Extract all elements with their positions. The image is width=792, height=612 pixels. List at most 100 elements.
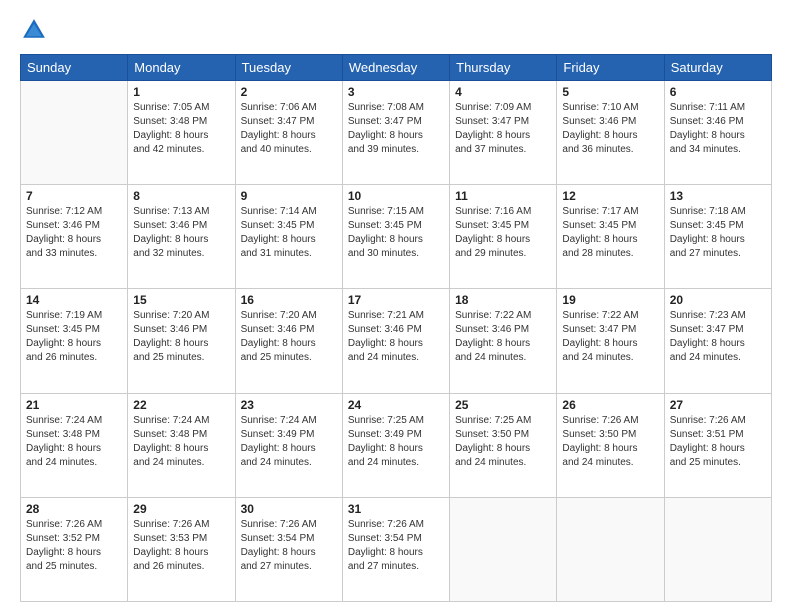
calendar-cell: 1 Sunrise: 7:05 AM Sunset: 3:48 PM Daylig… (128, 81, 235, 185)
cell-content: Sunrise: 7:06 AM Sunset: 3:47 PM Dayligh… (241, 101, 337, 157)
calendar-cell: 6 Sunrise: 7:11 AM Sunset: 3:46 PM Daylig… (664, 81, 771, 185)
cell-content: Sunrise: 7:18 AM Sunset: 3:45 PM Dayligh… (670, 205, 766, 261)
calendar-cell: 18 Sunrise: 7:22 AM Sunset: 3:46 PM Dayli… (450, 289, 557, 393)
day-number: 14 (26, 293, 122, 307)
calendar-cell: 4Sunrise: 7:09 AM Sunset: 3:47 PM Daylig… (450, 81, 557, 185)
calendar-cell: 21Sunrise: 7:24 AM Sunset: 3:48 PM Dayli… (21, 393, 128, 497)
day-number: 20 (670, 293, 766, 307)
calendar-cell: 16 Sunrise: 7:20 AM Sunset: 3:46 PM Dayli… (235, 289, 342, 393)
calendar-table: SundayMondayTuesdayWednesdayThursdayFrid… (20, 54, 772, 602)
day-number: 17 (348, 293, 444, 307)
day-number: 16 (241, 293, 337, 307)
calendar-cell: 31Sunrise: 7:26 AM Sunset: 3:54 PM Dayli… (342, 497, 449, 601)
calendar-cell: 12Sunrise: 7:17 AM Sunset: 3:45 PM Dayli… (557, 185, 664, 289)
cell-content: Sunrise: 7:17 AM Sunset: 3:45 PM Dayligh… (562, 205, 658, 261)
cell-content: Sunrise: 7:24 AM Sunset: 3:49 PM Dayligh… (241, 414, 337, 470)
calendar-cell: 30 Sunrise: 7:26 AM Sunset: 3:54 PM Dayli… (235, 497, 342, 601)
col-header-wednesday: Wednesday (342, 55, 449, 81)
day-number: 1 (133, 85, 229, 99)
day-number: 19 (562, 293, 658, 307)
cell-content: Sunrise: 7:22 AM Sunset: 3:47 PM Dayligh… (562, 309, 658, 365)
day-number: 22 (133, 398, 229, 412)
day-number: 9 (241, 189, 337, 203)
day-number: 7 (26, 189, 122, 203)
cell-content: Sunrise: 7:23 AM Sunset: 3:47 PM Dayligh… (670, 309, 766, 365)
day-number: 2 (241, 85, 337, 99)
calendar-cell (21, 81, 128, 185)
day-number: 6 (670, 85, 766, 99)
logo (20, 16, 52, 44)
calendar-cell: 5Sunrise: 7:10 AM Sunset: 3:46 PM Daylig… (557, 81, 664, 185)
cell-content: Sunrise: 7:20 AM Sunset: 3:46 PM Dayligh… (241, 309, 337, 365)
calendar-cell: 10 Sunrise: 7:15 AM Sunset: 3:45 PM Dayli… (342, 185, 449, 289)
calendar-cell: 19 Sunrise: 7:22 AM Sunset: 3:47 PM Dayli… (557, 289, 664, 393)
calendar-cell: 23 Sunrise: 7:24 AM Sunset: 3:49 PM Dayli… (235, 393, 342, 497)
calendar-cell: 15 Sunrise: 7:20 AM Sunset: 3:46 PM Dayli… (128, 289, 235, 393)
col-header-friday: Friday (557, 55, 664, 81)
calendar-cell: 22Sunrise: 7:24 AM Sunset: 3:48 PM Dayli… (128, 393, 235, 497)
calendar-cell: 26 Sunrise: 7:26 AM Sunset: 3:50 PM Dayli… (557, 393, 664, 497)
cell-content: Sunrise: 7:26 AM Sunset: 3:52 PM Dayligh… (26, 518, 122, 574)
col-header-monday: Monday (128, 55, 235, 81)
day-number: 15 (133, 293, 229, 307)
cell-content: Sunrise: 7:13 AM Sunset: 3:46 PM Dayligh… (133, 205, 229, 261)
day-number: 11 (455, 189, 551, 203)
calendar-cell: 28 Sunrise: 7:26 AM Sunset: 3:52 PM Dayli… (21, 497, 128, 601)
calendar-cell: 17Sunrise: 7:21 AM Sunset: 3:46 PM Dayli… (342, 289, 449, 393)
day-number: 26 (562, 398, 658, 412)
week-row-4: 21Sunrise: 7:24 AM Sunset: 3:48 PM Dayli… (21, 393, 772, 497)
day-number: 24 (348, 398, 444, 412)
calendar-cell: 11 Sunrise: 7:16 AM Sunset: 3:45 PM Dayli… (450, 185, 557, 289)
cell-content: Sunrise: 7:26 AM Sunset: 3:50 PM Dayligh… (562, 414, 658, 470)
cell-content: Sunrise: 7:08 AM Sunset: 3:47 PM Dayligh… (348, 101, 444, 157)
week-row-3: 14 Sunrise: 7:19 AM Sunset: 3:45 PM Dayli… (21, 289, 772, 393)
cell-content: Sunrise: 7:20 AM Sunset: 3:46 PM Dayligh… (133, 309, 229, 365)
week-row-2: 7Sunrise: 7:12 AM Sunset: 3:46 PM Daylig… (21, 185, 772, 289)
calendar-cell: 24Sunrise: 7:25 AM Sunset: 3:49 PM Dayli… (342, 393, 449, 497)
cell-content: Sunrise: 7:22 AM Sunset: 3:46 PM Dayligh… (455, 309, 551, 365)
calendar-cell (664, 497, 771, 601)
calendar-cell (557, 497, 664, 601)
day-number: 23 (241, 398, 337, 412)
calendar-cell: 14 Sunrise: 7:19 AM Sunset: 3:45 PM Dayli… (21, 289, 128, 393)
calendar-cell (450, 497, 557, 601)
day-number: 10 (348, 189, 444, 203)
header (20, 16, 772, 44)
cell-content: Sunrise: 7:26 AM Sunset: 3:54 PM Dayligh… (348, 518, 444, 574)
week-row-1: 1 Sunrise: 7:05 AM Sunset: 3:48 PM Daylig… (21, 81, 772, 185)
cell-content: Sunrise: 7:15 AM Sunset: 3:45 PM Dayligh… (348, 205, 444, 261)
cell-content: Sunrise: 7:11 AM Sunset: 3:46 PM Dayligh… (670, 101, 766, 157)
col-header-tuesday: Tuesday (235, 55, 342, 81)
calendar-cell: 2 Sunrise: 7:06 AM Sunset: 3:47 PM Daylig… (235, 81, 342, 185)
cell-content: Sunrise: 7:14 AM Sunset: 3:45 PM Dayligh… (241, 205, 337, 261)
col-header-thursday: Thursday (450, 55, 557, 81)
day-number: 29 (133, 502, 229, 516)
calendar-cell: 3 Sunrise: 7:08 AM Sunset: 3:47 PM Daylig… (342, 81, 449, 185)
calendar-cell: 29 Sunrise: 7:26 AM Sunset: 3:53 PM Dayli… (128, 497, 235, 601)
day-number: 30 (241, 502, 337, 516)
cell-content: Sunrise: 7:10 AM Sunset: 3:46 PM Dayligh… (562, 101, 658, 157)
calendar-cell: 7Sunrise: 7:12 AM Sunset: 3:46 PM Daylig… (21, 185, 128, 289)
day-number: 25 (455, 398, 551, 412)
day-number: 3 (348, 85, 444, 99)
day-number: 21 (26, 398, 122, 412)
col-header-sunday: Sunday (21, 55, 128, 81)
day-number: 18 (455, 293, 551, 307)
cell-content: Sunrise: 7:05 AM Sunset: 3:48 PM Dayligh… (133, 101, 229, 157)
cell-content: Sunrise: 7:19 AM Sunset: 3:45 PM Dayligh… (26, 309, 122, 365)
cell-content: Sunrise: 7:26 AM Sunset: 3:53 PM Dayligh… (133, 518, 229, 574)
day-number: 4 (455, 85, 551, 99)
calendar-cell: 20 Sunrise: 7:23 AM Sunset: 3:47 PM Dayli… (664, 289, 771, 393)
calendar-cell: 9 Sunrise: 7:14 AM Sunset: 3:45 PM Daylig… (235, 185, 342, 289)
cell-content: Sunrise: 7:16 AM Sunset: 3:45 PM Dayligh… (455, 205, 551, 261)
page: SundayMondayTuesdayWednesdayThursdayFrid… (0, 0, 792, 612)
day-number: 13 (670, 189, 766, 203)
logo-icon (20, 16, 48, 44)
cell-content: Sunrise: 7:26 AM Sunset: 3:54 PM Dayligh… (241, 518, 337, 574)
calendar-cell: 25Sunrise: 7:25 AM Sunset: 3:50 PM Dayli… (450, 393, 557, 497)
day-number: 28 (26, 502, 122, 516)
calendar-cell: 8 Sunrise: 7:13 AM Sunset: 3:46 PM Daylig… (128, 185, 235, 289)
cell-content: Sunrise: 7:26 AM Sunset: 3:51 PM Dayligh… (670, 414, 766, 470)
day-number: 8 (133, 189, 229, 203)
calendar-cell: 27Sunrise: 7:26 AM Sunset: 3:51 PM Dayli… (664, 393, 771, 497)
